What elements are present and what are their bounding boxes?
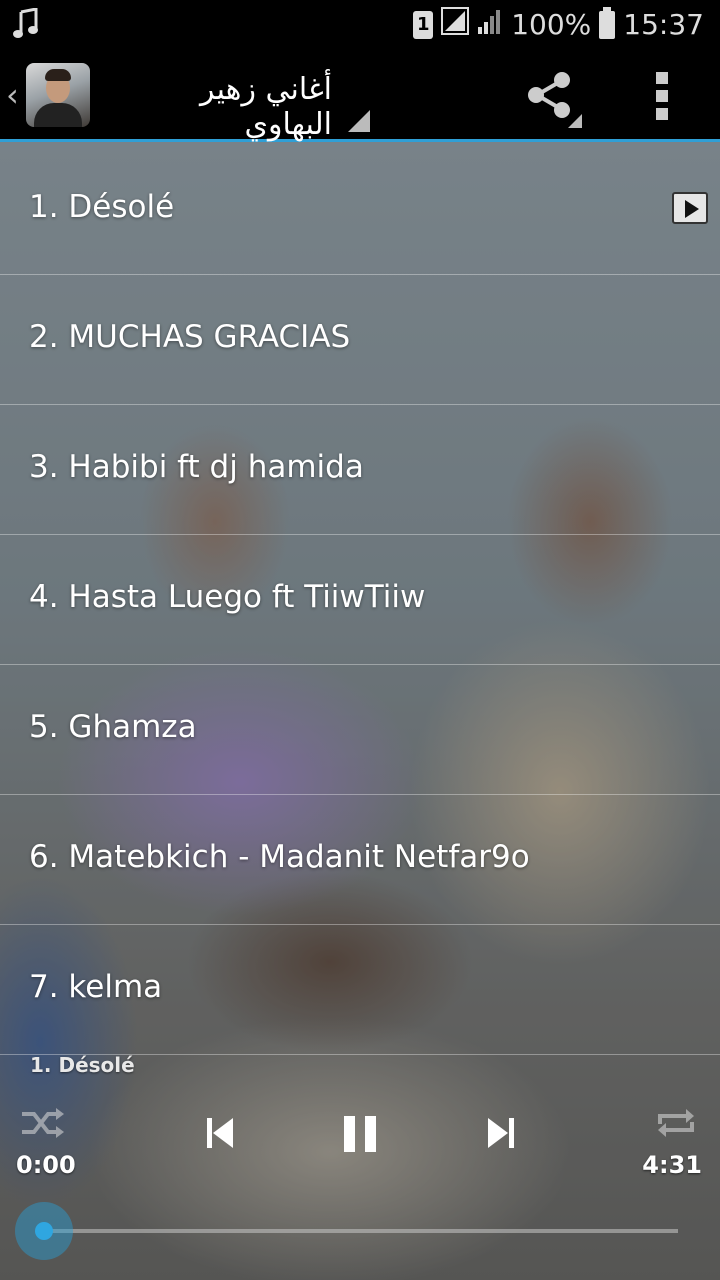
battery-icon xyxy=(599,6,616,39)
play-icon[interactable] xyxy=(672,192,708,224)
clock: 15:37 xyxy=(623,8,704,41)
app-title[interactable]: أغاني زهير البهاوي xyxy=(122,72,332,142)
overflow-menu-icon[interactable] xyxy=(656,72,670,120)
signal-bars-icon xyxy=(477,7,503,42)
song-item[interactable]: 5. Ghamza xyxy=(0,665,720,795)
status-bar: 1 100% 15:37 xyxy=(0,0,720,50)
sim-card-icon: 1 xyxy=(413,10,434,39)
pause-icon[interactable] xyxy=(340,1114,380,1154)
app-icon[interactable] xyxy=(26,63,90,127)
shuffle-icon[interactable] xyxy=(20,1106,66,1140)
song-title: 4. Hasta Luego ft TiiwTiiw xyxy=(29,579,426,615)
action-bar: ‹ أغاني زهير البهاوي xyxy=(0,50,720,142)
previous-icon[interactable] xyxy=(205,1116,235,1150)
song-title: 7. kelma xyxy=(29,969,163,1005)
next-icon[interactable] xyxy=(486,1116,516,1150)
song-title: 6. Matebkich - Madanit Netfar9o xyxy=(29,839,530,875)
song-title: 1. Désolé xyxy=(29,189,175,225)
total-time: 4:31 xyxy=(642,1151,702,1179)
seek-thumb[interactable] xyxy=(15,1202,73,1260)
now-playing-title: 1. Désolé xyxy=(30,1053,135,1077)
song-item[interactable]: 3. Habibi ft dj hamida xyxy=(0,405,720,535)
repeat-icon[interactable] xyxy=(656,1106,696,1140)
song-item[interactable]: 4. Hasta Luego ft TiiwTiiw xyxy=(0,535,720,665)
signal-box-icon xyxy=(441,7,470,42)
spinner-indicator-icon xyxy=(348,110,370,132)
share-icon[interactable] xyxy=(526,70,572,120)
song-item[interactable]: 7. kelma xyxy=(0,925,720,1055)
music-note-icon xyxy=(12,7,40,47)
current-time: 0:00 xyxy=(16,1151,76,1179)
song-title: 5. Ghamza xyxy=(29,709,197,745)
share-dropdown-indicator-icon xyxy=(568,114,582,128)
song-title: 2. MUCHAS GRACIAS xyxy=(29,319,351,355)
back-chevron-icon[interactable]: ‹ xyxy=(6,76,19,114)
seek-bar[interactable] xyxy=(44,1229,678,1233)
song-list: 1. Désolé 2. MUCHAS GRACIAS 3. Habibi ft… xyxy=(0,145,720,1055)
song-item[interactable]: 1. Désolé xyxy=(0,145,720,275)
battery-percent: 100% xyxy=(511,8,592,41)
song-item[interactable]: 6. Matebkich - Madanit Netfar9o xyxy=(0,795,720,925)
song-item[interactable]: 2. MUCHAS GRACIAS xyxy=(0,275,720,405)
song-title: 3. Habibi ft dj hamida xyxy=(29,449,364,485)
